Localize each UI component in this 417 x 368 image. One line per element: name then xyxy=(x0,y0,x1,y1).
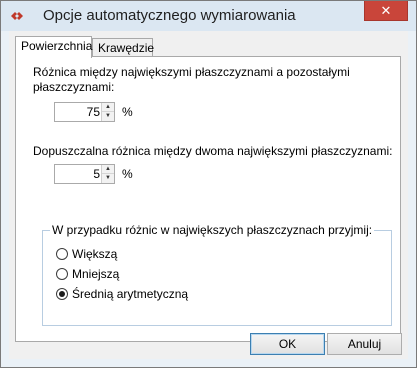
title-bar[interactable]: Opcje automatycznego wymiarowania ✕ xyxy=(1,1,416,31)
window-title: Opcje automatycznego wymiarowania xyxy=(43,7,296,24)
allowed-difference-spinner[interactable]: 5 ▲ ▼ xyxy=(54,164,115,184)
radio-circle-checked[interactable] xyxy=(56,288,68,300)
groupbox-title: W przypadku różnic w największych płaszc… xyxy=(50,223,375,237)
radio-srednia[interactable]: Średnią arytmetyczną xyxy=(56,286,188,302)
radio-wieksza[interactable]: Większą xyxy=(56,246,117,262)
dialog-client-area: Powierzchnia Krawędzie Różnica między na… xyxy=(9,31,408,359)
ok-button[interactable]: OK xyxy=(250,333,325,355)
spin-up-icon[interactable]: ▲ xyxy=(102,165,114,174)
radio-circle[interactable] xyxy=(56,248,68,260)
difference-label-line2: płaszczyznami: xyxy=(33,80,115,94)
allowed-spinner-arrows: ▲ ▼ xyxy=(101,165,114,183)
radio-label[interactable]: Mniejszą xyxy=(72,267,119,281)
tab-panel-powierzchnia: Różnica między największymi płaszczyznam… xyxy=(15,56,401,342)
spin-down-icon[interactable]: ▼ xyxy=(102,112,114,121)
radio-label[interactable]: Większą xyxy=(72,247,117,261)
tab-powierzchnia[interactable]: Powierzchnia xyxy=(15,36,92,58)
app-logo-icon xyxy=(11,12,23,20)
difference-unit: % xyxy=(122,105,133,119)
spin-up-icon[interactable]: ▲ xyxy=(102,103,114,112)
tab-krawedzie[interactable]: Krawędzie xyxy=(92,38,154,56)
allowed-difference-unit: % xyxy=(122,167,133,181)
cancel-button[interactable]: Anuluj xyxy=(327,333,402,355)
radio-label[interactable]: Średnią arytmetyczną xyxy=(72,287,188,301)
dialog-window: Opcje automatycznego wymiarowania ✕ Powi… xyxy=(0,0,417,368)
difference-spinner-arrows: ▲ ▼ xyxy=(101,103,114,121)
spin-down-icon[interactable]: ▼ xyxy=(102,174,114,183)
difference-label-line1: Różnica między największymi płaszczyznam… xyxy=(33,65,350,79)
close-button[interactable]: ✕ xyxy=(364,1,408,21)
allowed-difference-label: Dopuszczalna różnica między dwoma najwię… xyxy=(33,144,393,158)
radio-circle[interactable] xyxy=(56,268,68,280)
difference-spinner[interactable]: 75 ▲ ▼ xyxy=(54,102,115,122)
allowed-difference-value[interactable]: 5 xyxy=(93,167,100,181)
radio-mniejsza[interactable]: Mniejszą xyxy=(56,266,119,282)
difference-value[interactable]: 75 xyxy=(87,105,100,119)
close-icon: ✕ xyxy=(380,2,392,18)
